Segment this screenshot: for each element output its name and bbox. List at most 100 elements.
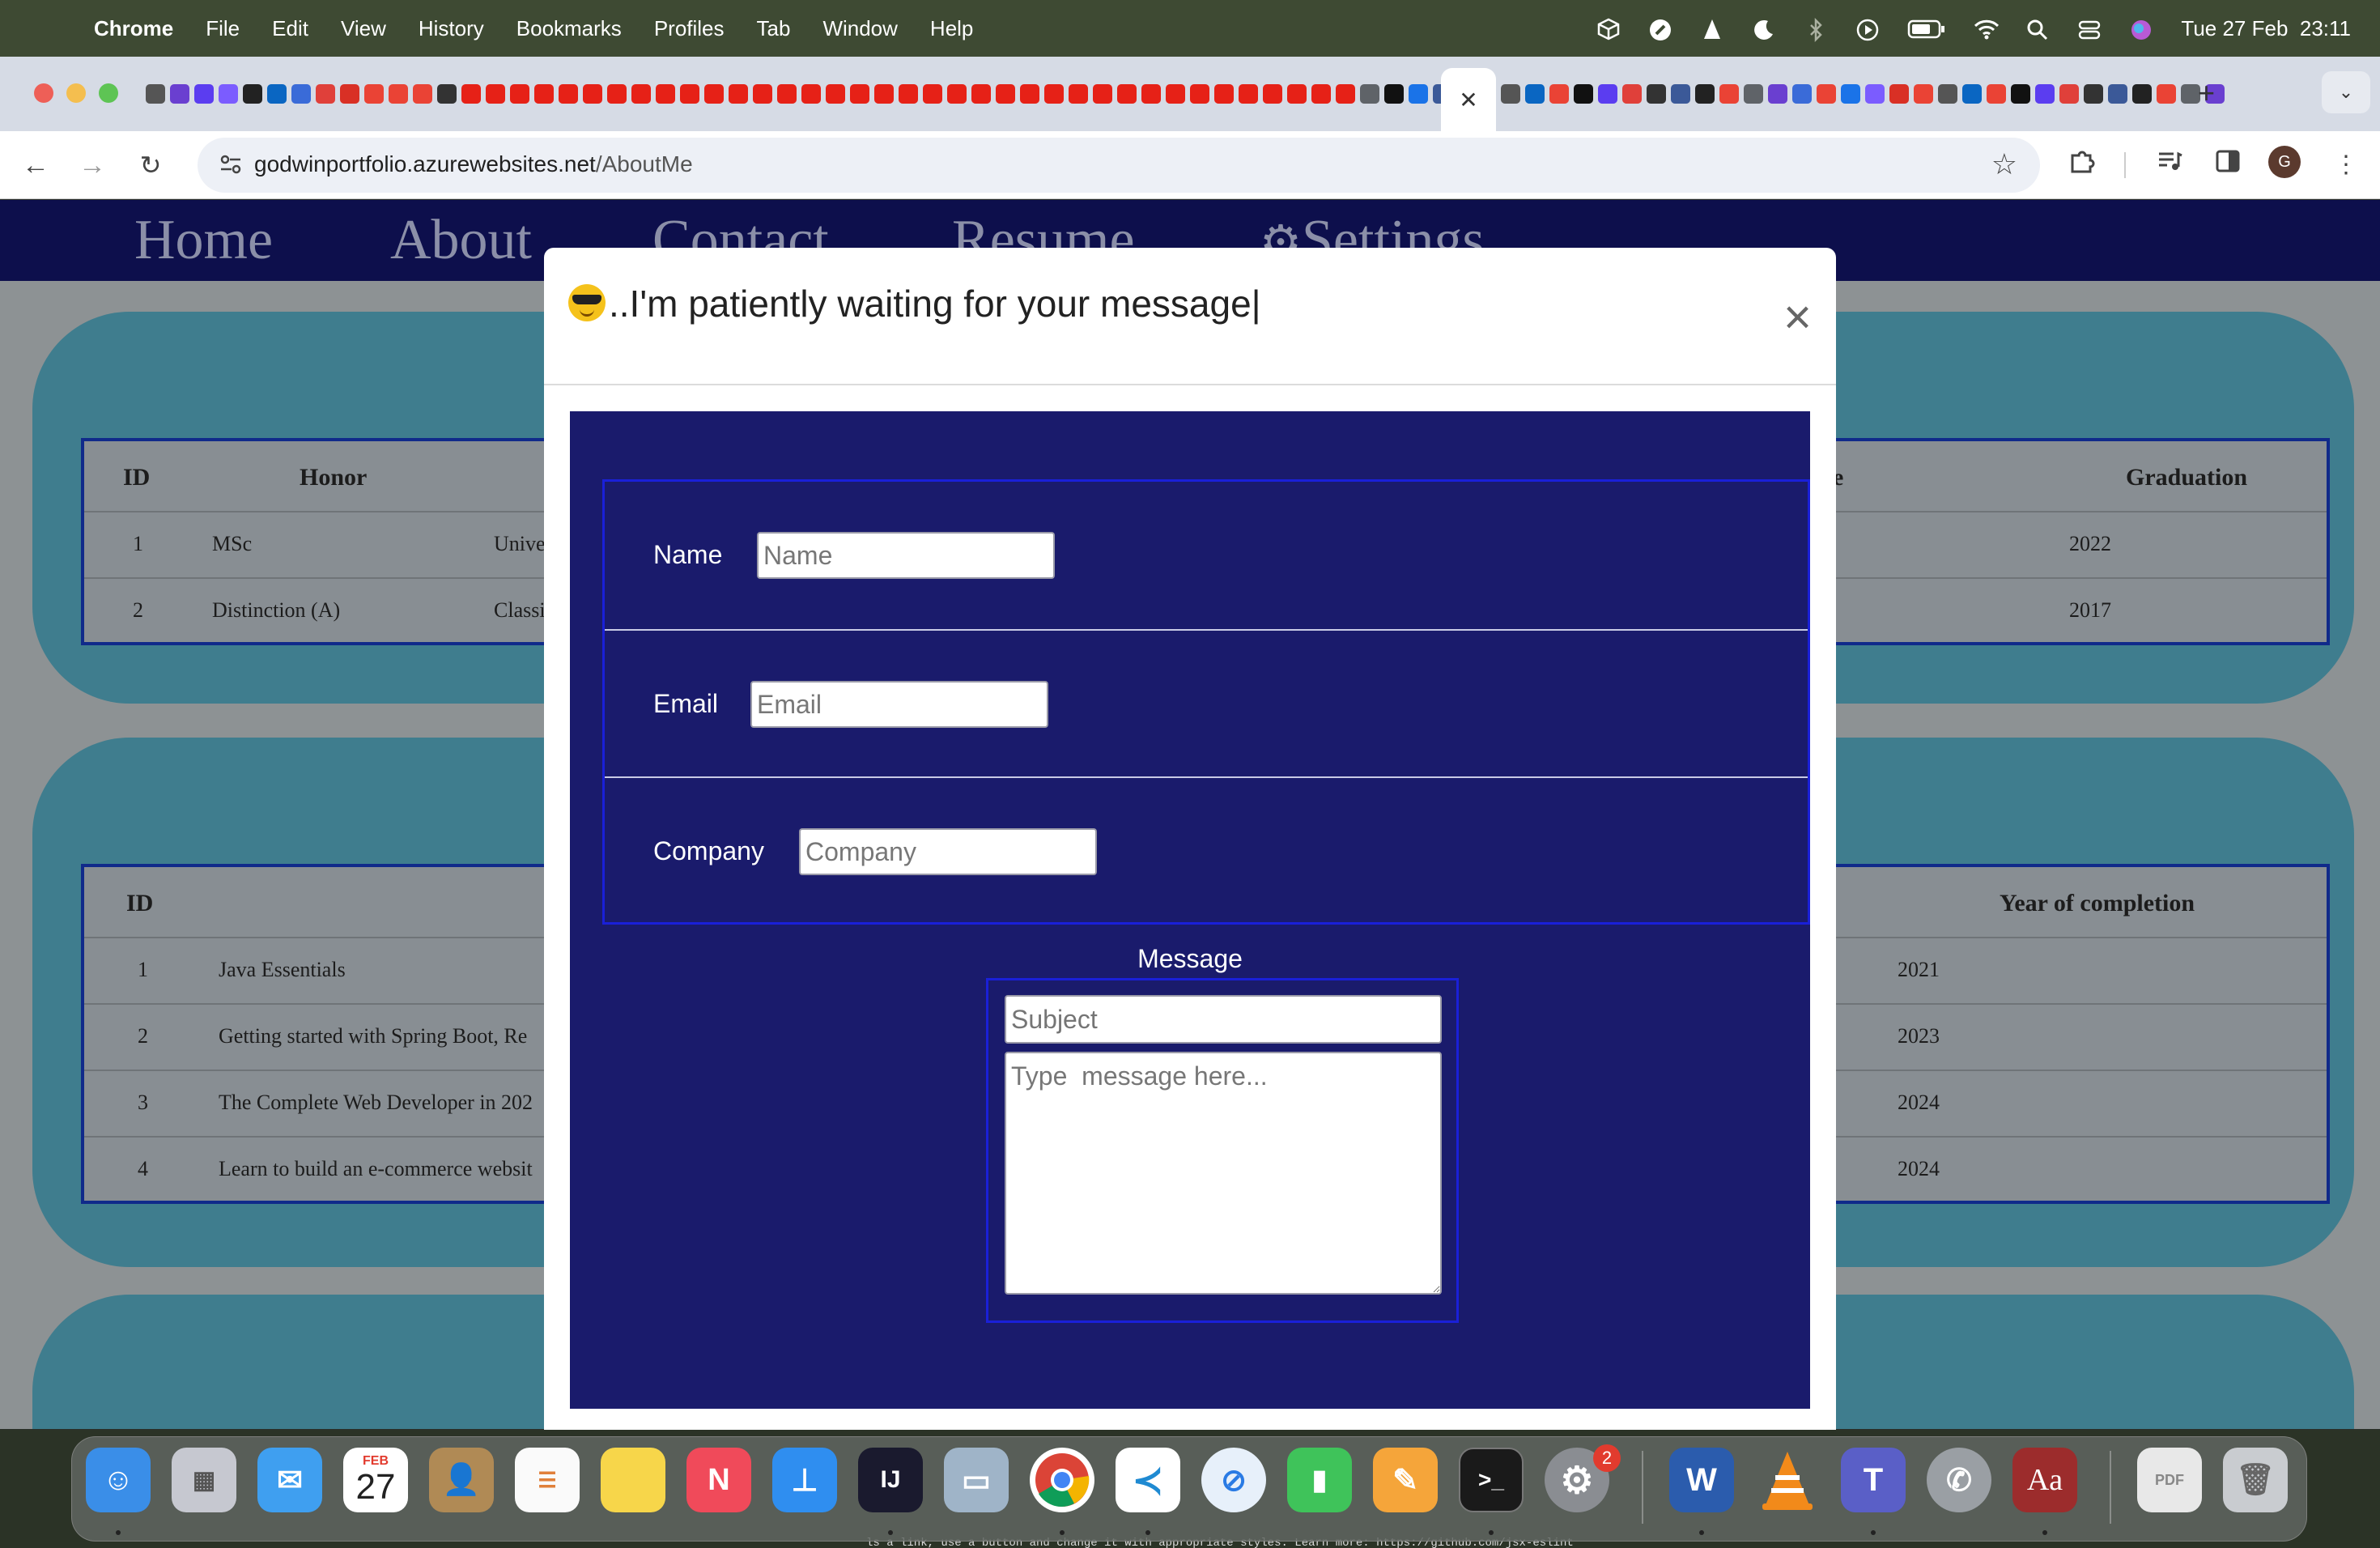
tab-favicon-icon[interactable] [656,84,675,104]
tab-favicon-icon[interactable] [437,84,457,104]
bluetooth-icon[interactable] [1804,17,1828,43]
extensions-puzzle-icon[interactable] [2064,147,2100,183]
tab-favicon-icon[interactable] [1695,84,1715,104]
teams-icon[interactable]: T [1841,1448,1906,1512]
menu-window[interactable]: Window [822,16,897,41]
trash-icon[interactable]: 🗑 [2223,1448,2288,1512]
tab-favicon-icon[interactable] [996,84,1015,104]
email-input[interactable] [750,681,1048,728]
tab-favicon-icon[interactable] [1020,84,1039,104]
message-textarea[interactable] [1005,1052,1442,1295]
tab-favicon-icon[interactable] [1865,84,1885,104]
tab-favicon-icon[interactable] [923,84,942,104]
menu-bookmarks[interactable]: Bookmarks [516,16,622,41]
keynote-icon[interactable]: ⊥ [772,1448,837,1512]
tab-favicon-icon[interactable] [801,84,821,104]
tab-favicon-icon[interactable] [753,84,772,104]
active-tab[interactable]: ✕ [1441,68,1496,131]
chrome-dock-icon[interactable] [1030,1448,1094,1512]
address-bar[interactable]: godwinportfolio.azurewebsites.net/AboutM… [198,138,2040,193]
tab-favicon-icon[interactable] [1817,84,1836,104]
terminal-icon[interactable]: >_ [1459,1448,1524,1512]
back-arrow-icon[interactable]: ← [16,146,55,185]
siri-icon[interactable] [2129,18,2153,40]
preview-icon[interactable]: ▭ [944,1448,1009,1512]
moon-icon[interactable] [1752,18,1776,40]
tab-favicon-icon[interactable] [850,84,869,104]
tab-favicon-icon[interactable] [1409,84,1428,104]
window-minimize-button[interactable] [66,83,86,103]
pdf-document-icon[interactable]: PDF [2137,1448,2202,1512]
tab-favicon-icon[interactable] [1044,84,1064,104]
tab-favicon-icon[interactable] [1214,84,1234,104]
tab-favicon-icon[interactable] [1768,84,1787,104]
tab-favicon-icon[interactable] [680,84,699,104]
tab-favicon-icon[interactable] [1190,84,1209,104]
safari-icon[interactable]: ⊘ [1201,1448,1266,1512]
tab-favicon-icon[interactable] [2035,84,2055,104]
side-panel-icon[interactable] [2210,147,2246,183]
numbers-icon[interactable]: ▮ [1287,1448,1352,1512]
company-input[interactable] [799,828,1097,875]
wifi-icon[interactable] [1974,18,2000,40]
tab-favicon-icon[interactable] [777,84,797,104]
tab-favicon-icon[interactable] [291,84,311,104]
tab-favicon-icon[interactable] [1501,84,1520,104]
reload-icon[interactable]: ↻ [131,146,170,185]
url-text[interactable]: godwinportfolio.azurewebsites.net/AboutM… [254,151,693,177]
profile-avatar[interactable]: G [2268,146,2301,178]
tab-search-chevron-icon[interactable]: ⌄ [2322,71,2370,113]
tab-favicon-icon[interactable] [1525,84,1545,104]
tab-favicon-icon[interactable] [826,84,845,104]
tab-favicon-icon[interactable] [971,84,991,104]
menu-app-name[interactable]: Chrome [94,16,173,41]
tab-favicon-icon[interactable] [534,84,554,104]
tab-favicon-icon[interactable] [1263,84,1282,104]
tab-favicon-icon[interactable] [947,84,967,104]
control-center-icon[interactable] [2077,18,2102,40]
tab-favicon-icon[interactable] [559,84,578,104]
modal-close-icon[interactable]: × [1783,293,1812,342]
tab-favicon-icon[interactable] [1719,84,1739,104]
menu-history[interactable]: History [419,16,484,41]
forward-arrow-icon[interactable]: → [73,146,112,185]
pages-icon[interactable]: ✎ [1373,1448,1438,1512]
window-zoom-button[interactable] [99,83,118,103]
tab-favicon-icon[interactable] [316,84,335,104]
tab-favicon-icon[interactable] [1549,84,1569,104]
name-input[interactable] [757,532,1055,579]
tab-favicon-icon[interactable] [1671,84,1690,104]
tab-favicon-icon[interactable] [1889,84,1909,104]
tab-favicon-icon[interactable] [1239,84,1258,104]
tab-favicon-icon[interactable] [1117,84,1137,104]
menubar-clock[interactable]: Tue 27 Feb 23:11 [2181,16,2351,41]
tab-favicon-icon[interactable] [1938,84,1957,104]
tab-favicon-icon[interactable] [1792,84,1812,104]
tab-favicon-icon[interactable] [1166,84,1185,104]
menu-file[interactable]: File [206,16,240,41]
tab-favicon-icon[interactable] [1841,84,1860,104]
menu-edit[interactable]: Edit [272,16,308,41]
tab-favicon-icon[interactable] [1987,84,2006,104]
word-icon[interactable]: W [1669,1448,1734,1512]
tab-favicon-icon[interactable] [389,84,408,104]
tab-favicon-icon[interactable] [704,84,724,104]
tab-favicon-icon[interactable] [1962,84,1982,104]
tab-favicon-icon[interactable] [1744,84,1763,104]
tab-favicon-icon[interactable] [1360,84,1379,104]
dictionary-icon[interactable]: Aa [2012,1448,2077,1512]
menu-view[interactable]: View [341,16,386,41]
tab-favicon-icon[interactable] [729,84,748,104]
tab-favicon-icon[interactable] [1311,84,1331,104]
box-icon[interactable] [1596,18,1621,40]
nav-about-link[interactable]: About [390,208,532,273]
tab-favicon-icon[interactable] [2157,84,2176,104]
spotlight-search-icon[interactable] [2025,18,2050,40]
tab-favicon-icon[interactable] [194,84,214,104]
vscode-icon[interactable]: ≺ [1116,1448,1180,1512]
tab-favicon-icon[interactable] [2108,84,2127,104]
tab-favicon-icon[interactable] [1141,84,1161,104]
tab-favicon-icon[interactable] [1622,84,1642,104]
tab-favicon-icon[interactable] [267,84,287,104]
calendar-icon[interactable]: FEB 27 [343,1448,408,1512]
